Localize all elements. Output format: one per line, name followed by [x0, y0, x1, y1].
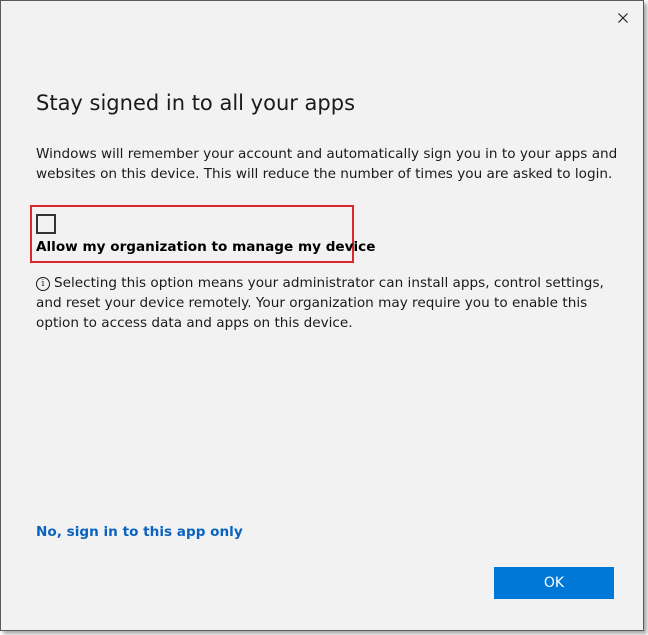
- info-icon: i: [36, 277, 50, 291]
- close-button[interactable]: [609, 5, 637, 31]
- close-icon: [618, 13, 628, 23]
- dialog-window: Stay signed in to all your apps Windows …: [0, 0, 644, 631]
- sign-in-app-only-link[interactable]: No, sign in to this app only: [36, 524, 243, 540]
- manage-device-checkbox[interactable]: [36, 214, 56, 234]
- info-text: Selecting this option means your adminis…: [36, 275, 604, 331]
- manage-device-checkbox-label[interactable]: Allow my organization to manage my devic…: [36, 239, 375, 255]
- dialog-title: Stay signed in to all your apps: [36, 91, 356, 115]
- ok-button[interactable]: OK: [494, 567, 614, 599]
- info-text-block: i Selecting this option means your admini…: [36, 273, 621, 333]
- dialog-description: Windows will remember your account and a…: [36, 146, 618, 182]
